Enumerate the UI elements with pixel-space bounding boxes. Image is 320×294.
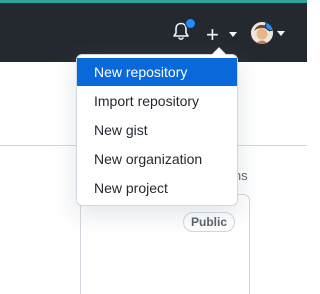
- repository-card: [80, 194, 250, 294]
- visibility-badge: Public: [183, 212, 236, 232]
- menu-item-new-project[interactable]: New project: [77, 174, 237, 202]
- chevron-down-icon: [229, 32, 237, 37]
- create-new-dropdown: New repository Import repository New gis…: [76, 47, 238, 206]
- menu-item-new-organization[interactable]: New organization: [77, 145, 237, 173]
- header-accent-line: [0, 0, 307, 3]
- notifications-button[interactable]: [172, 18, 196, 48]
- menu-item-new-repository[interactable]: New repository: [77, 58, 237, 86]
- menu-item-new-gist[interactable]: New gist: [77, 116, 237, 144]
- user-menu-button[interactable]: [251, 22, 291, 48]
- menu-item-import-repository[interactable]: Import repository: [77, 87, 237, 115]
- page: + ins Public New repository Import repos…: [0, 0, 307, 294]
- top-header: +: [0, 0, 307, 62]
- plus-icon: +: [206, 22, 219, 47]
- avatar-status-dot: [265, 22, 273, 31]
- notification-unread-dot: [185, 18, 196, 29]
- avatar: [251, 22, 273, 44]
- chevron-down-icon: [277, 31, 285, 36]
- create-new-button[interactable]: +: [205, 22, 239, 48]
